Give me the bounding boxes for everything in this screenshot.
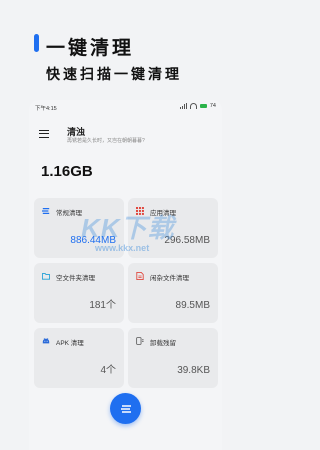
promo-accent-bar [34,34,39,52]
layers-icon [42,207,50,215]
clean-button[interactable] [110,393,141,424]
signal-icon [179,103,188,109]
card-label: 卸载残留 [150,340,176,347]
card-value: 4个 [100,365,116,376]
promo-banner: 一键清理 快速扫描一键清理 [0,0,250,100]
status-icons: 74 [179,103,216,109]
card-label: 闲杂文件清理 [150,275,189,282]
card-label: 常规清理 [56,210,82,217]
promo-title: 一键清理 [46,37,135,59]
phone-screen: 下午4:15 74 清浊 再锈若是久长时，又岂在朝朝暮暮? 1.16GB 常规清… [29,100,222,450]
card-label: APK 清理 [56,340,84,347]
card-value: 39.8KB [177,365,210,376]
promo-subtitle: 快速扫描一键清理 [46,67,182,83]
file-icon [136,272,144,280]
card-misc-file-clean[interactable]: 闲杂文件清理 89.5MB [128,263,218,323]
battery-icon [199,104,207,108]
watermark-url: www.kkx.net [95,243,150,253]
total-junk-size: 1.16GB [41,163,93,180]
watermark-logo: KK下载 [81,213,175,243]
wifi-icon [189,103,197,109]
battery-percent: 74 [209,103,216,109]
card-uninstall-residue[interactable]: 卸载残留 39.8KB [128,328,218,388]
menu-icon[interactable] [39,130,49,138]
android-icon [42,338,50,344]
page-subtitle: 再锈若是久长时，又岂在朝朝暮暮? [67,138,145,144]
status-time: 下午4:15 [35,106,57,112]
card-label: 空文件夹清理 [56,275,95,282]
folder-icon [42,273,50,280]
status-bar: 下午4:15 74 [29,100,222,115]
layers-icon [120,404,131,413]
uninstall-icon [136,337,144,345]
card-apk-clean[interactable]: APK 清理 4个 [34,328,124,388]
card-value: 89.5MB [175,300,210,311]
card-value: 181个 [89,300,116,311]
card-empty-folder-clean[interactable]: 空文件夹清理 181个 [34,263,124,323]
